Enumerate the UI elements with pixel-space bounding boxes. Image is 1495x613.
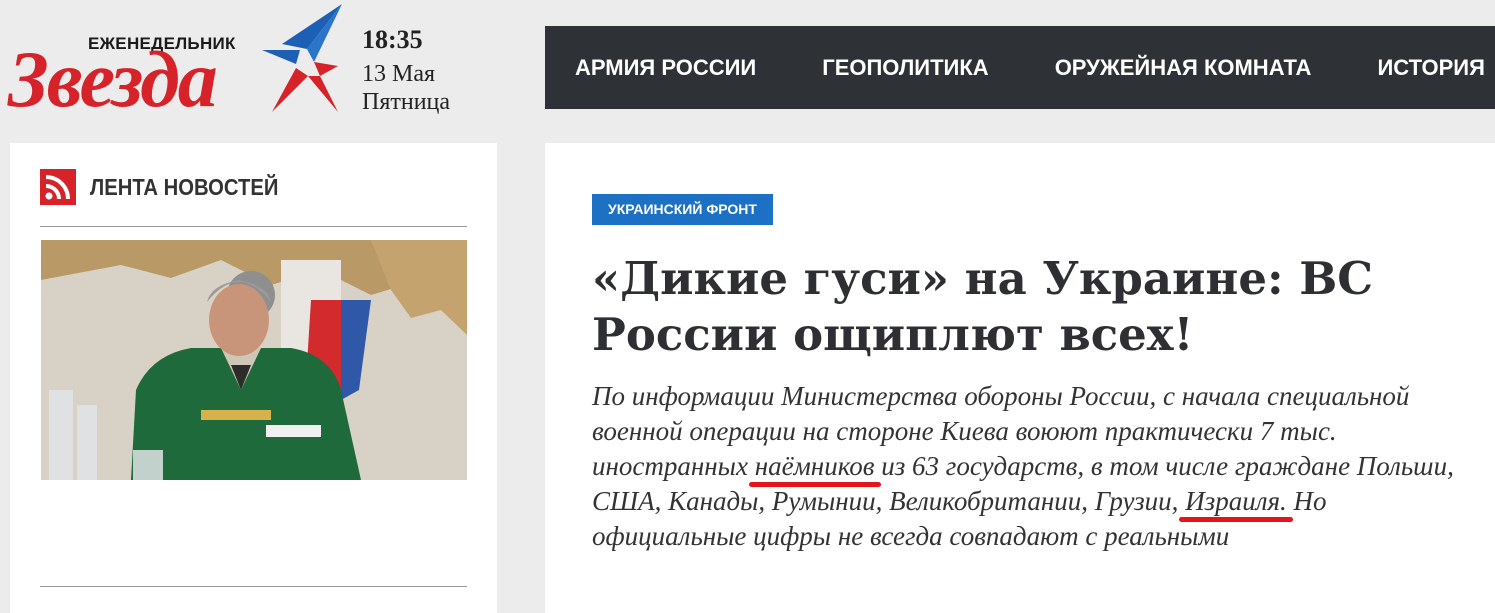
feed-divider [40, 586, 467, 587]
article-headline[interactable]: «Дикие гуси» на Украине: ВС России ощипл… [592, 251, 1472, 363]
logo-name: Звезда [8, 36, 218, 124]
site-header: ЕЖЕНЕДЕЛЬНИК Звезда 18:35 13 Мая Пятница… [0, 0, 1495, 130]
article-main: УКРАИНСКИЙ ФРОНТ «Дикие гуси» на Украине… [545, 143, 1495, 613]
news-feed-sidebar: ЛЕНТА НОВОСТЕЙ [10, 143, 497, 613]
current-date: 13 Мая [362, 61, 436, 87]
current-time: 18:35 [362, 25, 423, 54]
nav-item-weapons-room[interactable]: ОРУЖЕЙНАЯ КОМНАТА [1055, 55, 1312, 81]
site-logo[interactable]: ЕЖЕНЕДЕЛЬНИК Звезда [8, 4, 342, 128]
rss-icon [40, 169, 76, 205]
news-photo[interactable] [41, 240, 467, 480]
nav-item-geopolitics[interactable]: ГЕОПОЛИТИКА [822, 55, 988, 81]
article-lead: По информации Министерства обороны Росси… [592, 379, 1472, 554]
date-widget: 18:35 13 Мая Пятница [362, 26, 450, 116]
feed-divider [40, 226, 467, 227]
news-feed-header[interactable]: ЛЕНТА НОВОСТЕЙ [40, 169, 304, 205]
current-weekday: Пятница [362, 89, 451, 115]
nav-item-history[interactable]: ИСТОРИЯ [1377, 55, 1484, 81]
main-navigation: АРМИЯ РОССИИ ГЕОПОЛИТИКА ОРУЖЕЙНАЯ КОМНА… [545, 26, 1495, 109]
news-feed-title: ЛЕНТА НОВОСТЕЙ [90, 173, 279, 200]
nav-item-army[interactable]: АРМИЯ РОССИИ [575, 55, 756, 81]
star-icon [262, 4, 342, 112]
highlighted-word: Израиля. [1185, 486, 1287, 516]
category-badge[interactable]: УКРАИНСКИЙ ФРОНТ [592, 194, 773, 225]
highlighted-word: наёмников [754, 451, 875, 481]
